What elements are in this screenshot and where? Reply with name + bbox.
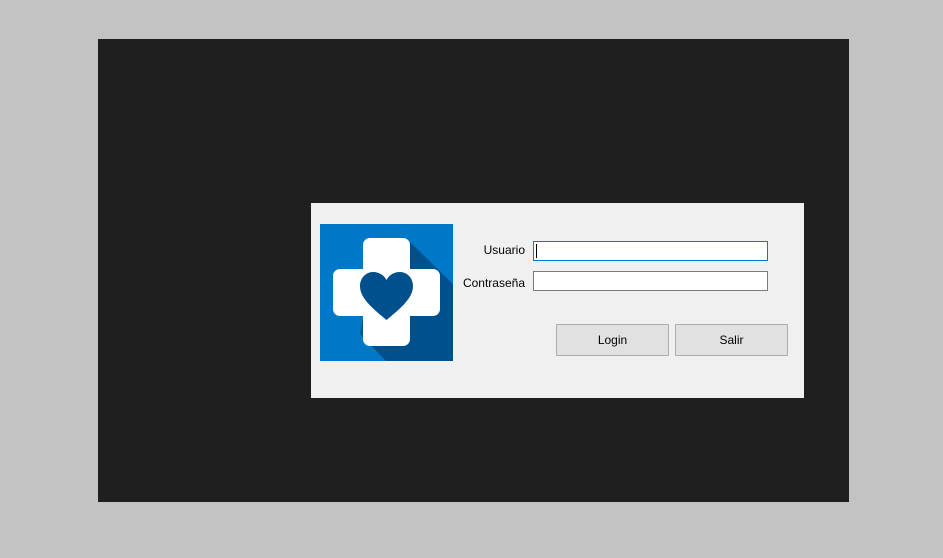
- username-label: Usuario: [483, 243, 525, 257]
- password-input[interactable]: [533, 271, 768, 291]
- medical-cross-heart-icon: [320, 224, 453, 361]
- exit-button[interactable]: Salir: [675, 324, 788, 356]
- login-button[interactable]: Login: [556, 324, 669, 356]
- username-input[interactable]: [533, 241, 768, 261]
- login-dialog: Usuario Contraseña Login Salir: [311, 203, 804, 398]
- dark-backdrop-panel: Usuario Contraseña Login Salir: [98, 39, 849, 502]
- text-caret: [536, 244, 537, 258]
- password-label: Contraseña: [462, 276, 525, 290]
